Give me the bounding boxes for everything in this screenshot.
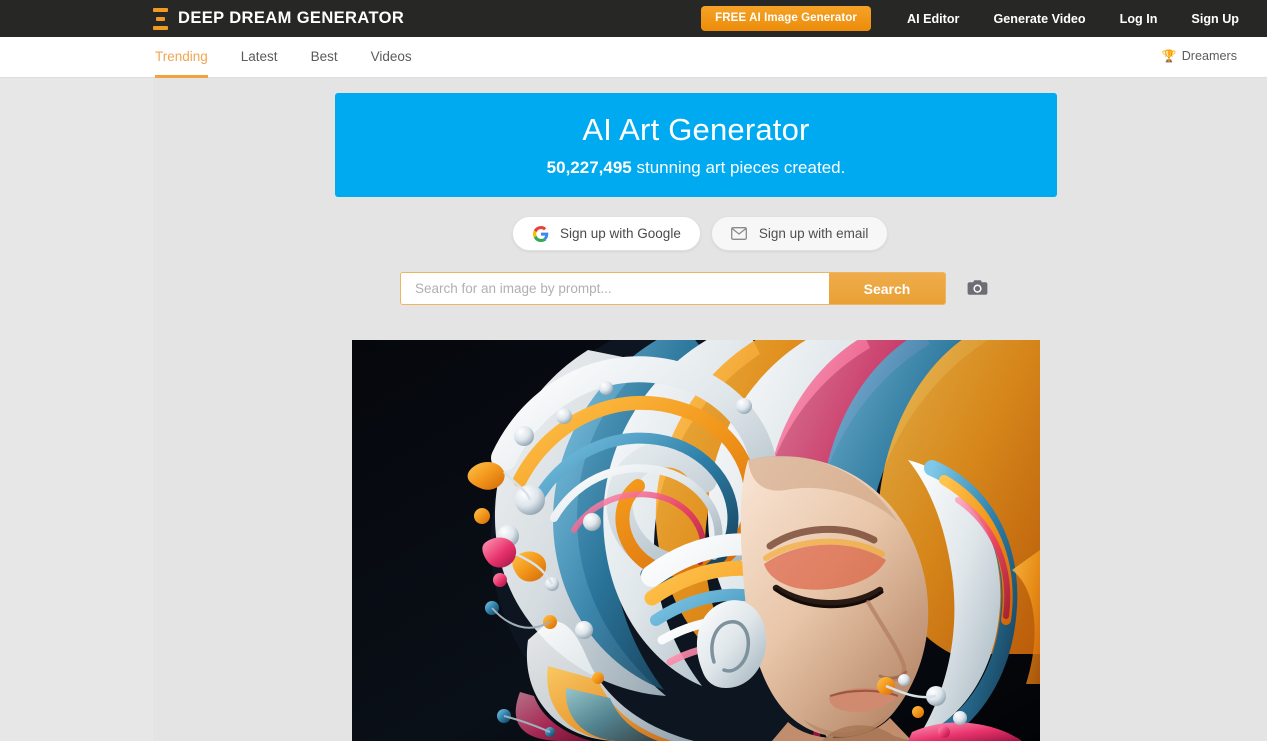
search-input[interactable] [401, 273, 829, 304]
signup-buttons-row: Sign up with Google Sign up with email [512, 216, 889, 251]
hero-subtitle-text: stunning art pieces created. [631, 158, 846, 178]
hero-art-count: 50,227,495 [546, 158, 632, 178]
trophy-icon: 🏆 [1161, 49, 1177, 63]
tab-latest[interactable]: Latest [241, 37, 278, 78]
sign-up-with-email-label: Sign up with email [758, 226, 869, 241]
top-navigation: FREE AI Image Generator AI Editor Genera… [701, 0, 1267, 37]
brand-title: DEEP DREAM GENERATOR [178, 9, 405, 27]
brand-logo-link[interactable]: DEEP DREAM GENERATOR [152, 7, 405, 30]
top-header-bar: DEEP DREAM GENERATOR FREE AI Image Gener… [0, 0, 1267, 37]
sign-up-with-email-button[interactable]: Sign up with email [710, 216, 889, 251]
google-icon [532, 225, 549, 242]
nav-link-log-in[interactable]: Log In [1120, 12, 1158, 26]
sign-up-with-google-button[interactable]: Sign up with Google [512, 216, 701, 251]
camera-search-button[interactable] [966, 279, 988, 299]
secondary-nav-bar: Trending Latest Best Videos 🏆 Dreamers [0, 37, 1267, 78]
content-tabs: Trending Latest Best Videos [155, 37, 445, 78]
tab-trending[interactable]: Trending [155, 37, 208, 78]
nav-link-generate-video[interactable]: Generate Video [993, 12, 1085, 26]
featured-artwork-image[interactable] [352, 340, 1040, 741]
left-gutter [0, 78, 155, 741]
hero-banner: AI Art Generator 50,227,495 stunning art… [335, 93, 1057, 197]
hero-subtitle: 50,227,495 stunning art pieces created. [335, 147, 1057, 178]
search-button[interactable]: Search [829, 273, 945, 304]
dreamers-label: Dreamers [1181, 49, 1237, 63]
search-box: Search [400, 272, 946, 305]
page-body: AI Art Generator 50,227,495 stunning art… [0, 78, 1267, 741]
camera-icon [967, 279, 988, 299]
hero-title: AI Art Generator [582, 112, 810, 147]
tab-videos[interactable]: Videos [371, 37, 412, 78]
main-content-area: AI Art Generator 50,227,495 stunning art… [156, 78, 1267, 741]
sign-up-with-google-label: Sign up with Google [560, 226, 681, 241]
hourglass-logo-icon [152, 7, 168, 30]
dreamers-link[interactable]: 🏆 Dreamers [1162, 49, 1237, 63]
envelope-icon [731, 225, 748, 242]
search-row: Search [400, 272, 988, 305]
free-ai-image-generator-button[interactable]: FREE AI Image Generator [701, 6, 871, 31]
tab-best[interactable]: Best [311, 37, 338, 78]
nav-link-sign-up[interactable]: Sign Up [1191, 12, 1239, 26]
nav-link-ai-editor[interactable]: AI Editor [907, 12, 959, 26]
